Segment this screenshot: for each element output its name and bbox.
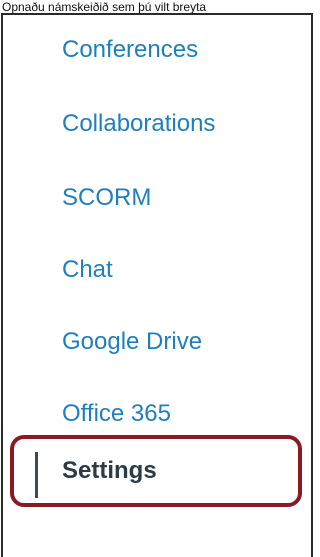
nav-item-google-drive[interactable]: Google Drive <box>62 327 202 357</box>
course-navigation-panel: Conferences Collaborations SCORM Chat Go… <box>1 13 313 557</box>
nav-item-settings[interactable]: Settings <box>62 456 157 486</box>
nav-item-scorm[interactable]: SCORM <box>62 183 151 213</box>
nav-item-chat[interactable]: Chat <box>62 255 113 285</box>
nav-item-collaborations[interactable]: Collaborations <box>62 109 215 139</box>
screenshot-caption: Opnaðu námskeiðið sem þú vilt breyta <box>2 0 207 14</box>
nav-item-office-365[interactable]: Office 365 <box>62 399 171 429</box>
settings-highlight-box: Settings <box>10 435 302 507</box>
active-indicator-bar <box>35 452 38 498</box>
nav-item-conferences[interactable]: Conferences <box>62 35 198 65</box>
